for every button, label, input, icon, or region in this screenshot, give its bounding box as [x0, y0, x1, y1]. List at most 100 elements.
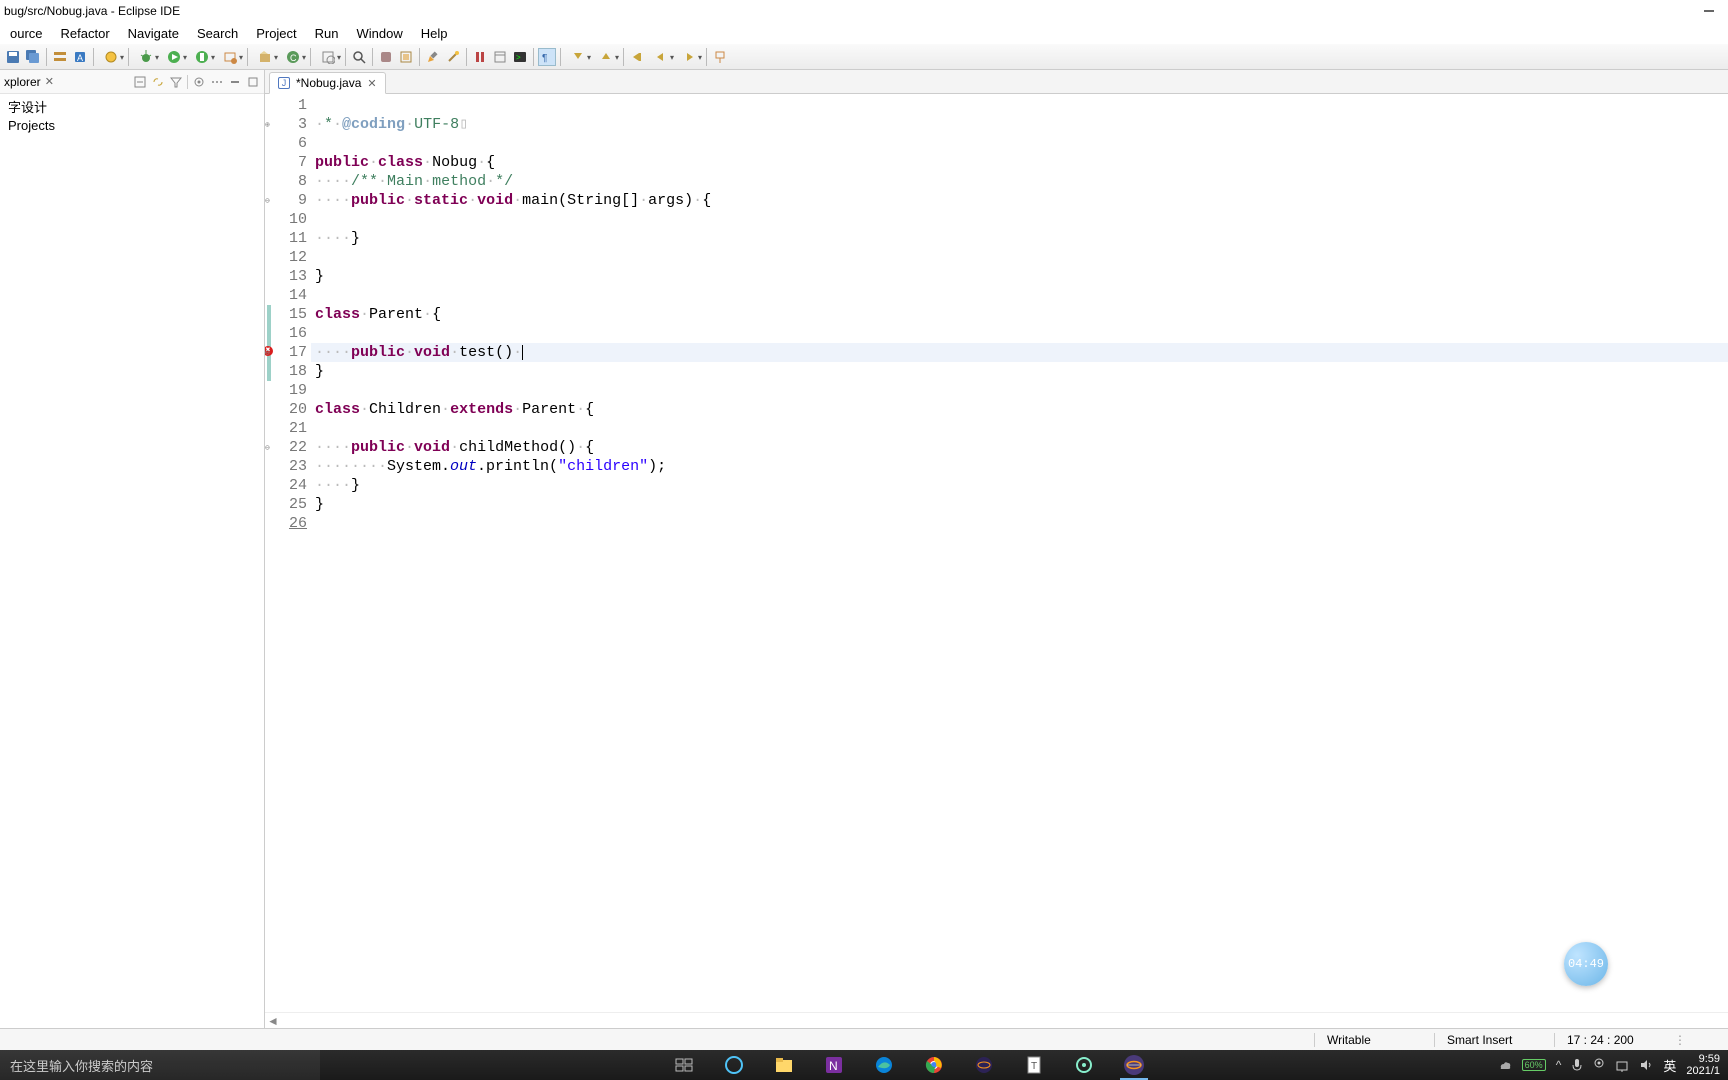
wand-icon[interactable]: [444, 48, 462, 66]
tree-item[interactable]: Projects: [4, 117, 260, 134]
fold-toggle-icon[interactable]: ⊖: [265, 348, 273, 356]
scroll-left-icon[interactable]: ◄: [265, 1013, 281, 1029]
network-icon[interactable]: [1615, 1058, 1629, 1072]
menu-project[interactable]: Project: [248, 24, 304, 43]
prev-annotation-icon[interactable]: [593, 48, 619, 66]
close-icon[interactable]: ✕: [45, 75, 54, 88]
clock-date: 2021/1: [1686, 1065, 1720, 1077]
edit-icon[interactable]: [424, 48, 442, 66]
show-whitespace-icon[interactable]: ¶: [538, 48, 556, 66]
toggle-breadcrumb-icon[interactable]: [51, 48, 69, 66]
onenote-icon[interactable]: N: [814, 1050, 854, 1080]
location-icon[interactable]: [1593, 1058, 1605, 1072]
skip-breakpoints-icon[interactable]: [98, 48, 124, 66]
settings-gear-icon[interactable]: [1064, 1050, 1104, 1080]
ime-indicator[interactable]: 英: [1663, 1056, 1676, 1075]
windows-taskbar: 在这里输入你搜索的内容 N T 60% ^ 英 9:59 2021/1: [0, 1050, 1728, 1080]
chrome-icon[interactable]: [914, 1050, 954, 1080]
horizontal-scrollbar[interactable]: ◄: [265, 1012, 1728, 1028]
toolbar-separator: [345, 48, 346, 66]
status-menu-icon[interactable]: ⋮: [1674, 1033, 1688, 1047]
back-icon[interactable]: [648, 48, 674, 66]
file-explorer-icon[interactable]: [764, 1050, 804, 1080]
taskbar-clock[interactable]: 9:59 2021/1: [1686, 1053, 1720, 1077]
build-icon[interactable]: A: [71, 48, 89, 66]
tree-item[interactable]: 字设计: [4, 96, 260, 117]
edge-icon[interactable]: [864, 1050, 904, 1080]
forward-icon[interactable]: [676, 48, 702, 66]
battery-icon[interactable]: 60%: [1522, 1059, 1546, 1071]
menu-run[interactable]: Run: [307, 24, 347, 43]
run-icon[interactable]: [161, 48, 187, 66]
menu-refactor[interactable]: Refactor: [53, 24, 118, 43]
minimize-button[interactable]: [1702, 4, 1716, 18]
link-editor-icon[interactable]: [151, 75, 165, 89]
external-tools-icon[interactable]: [217, 48, 243, 66]
toggle-ant-icon[interactable]: [471, 48, 489, 66]
explorer-tree[interactable]: 字设计 Projects: [0, 94, 264, 1028]
divider: [187, 75, 188, 89]
terminal-icon[interactable]: >: [511, 48, 529, 66]
menu-help[interactable]: Help: [413, 24, 456, 43]
eclipse-icon[interactable]: [1114, 1050, 1154, 1080]
toggle-mark-occurrences-icon[interactable]: [377, 48, 395, 66]
new-java-package-icon[interactable]: [252, 48, 278, 66]
recording-timer-bubble[interactable]: 04:49: [1564, 942, 1608, 986]
tray-chevron-up-icon[interactable]: ^: [1556, 1058, 1562, 1072]
debug-icon[interactable]: [133, 48, 159, 66]
main-toolbar: A C > ¶: [0, 44, 1728, 70]
code-editor[interactable]: ⊕⊖✖⊖⊖ 1367891011121314151617181920212223…: [265, 94, 1728, 1012]
new-java-class-icon[interactable]: C: [280, 48, 306, 66]
code-content[interactable]: ·*·@coding·UTF-8▯public·class·Nobug·{···…: [311, 94, 1728, 1012]
menu-source[interactable]: ource: [2, 24, 51, 43]
toolbar-separator: [533, 48, 534, 66]
volume-icon[interactable]: [1639, 1058, 1653, 1072]
pin-editor-icon[interactable]: [711, 48, 729, 66]
package-explorer: xplorer ✕ 字设计 Projects: [0, 70, 265, 1028]
cortana-icon[interactable]: [714, 1050, 754, 1080]
coverage-icon[interactable]: [189, 48, 215, 66]
next-annotation-icon[interactable]: [565, 48, 591, 66]
task-view-icon[interactable]: [664, 1050, 704, 1080]
save-icon[interactable]: [4, 48, 22, 66]
fold-toggle-icon[interactable]: ⊖: [265, 196, 273, 204]
menu-search[interactable]: Search: [189, 24, 246, 43]
toolbar-separator: [128, 48, 129, 66]
onedrive-icon[interactable]: [1498, 1058, 1512, 1072]
search-icon[interactable]: [350, 48, 368, 66]
status-insert-mode: Smart Insert: [1434, 1033, 1524, 1047]
menu-navigate[interactable]: Navigate: [120, 24, 187, 43]
menu-window[interactable]: Window: [349, 24, 411, 43]
minimize-view-icon[interactable]: [228, 75, 242, 89]
maximize-view-icon[interactable]: [246, 75, 260, 89]
last-edit-icon[interactable]: [628, 48, 646, 66]
toggle-block-selection-icon[interactable]: [397, 48, 415, 66]
save-all-icon[interactable]: [24, 48, 42, 66]
editor-tabs: J *Nobug.java ✕: [265, 70, 1728, 94]
close-tab-icon[interactable]: ✕: [367, 77, 376, 90]
window-title: bug/src/Nobug.java - Eclipse IDE: [4, 4, 180, 18]
fold-toggle-icon[interactable]: ⊖: [265, 443, 273, 451]
toolbar-separator: [247, 48, 248, 66]
filter-icon[interactable]: [169, 75, 183, 89]
focus-icon[interactable]: [192, 75, 206, 89]
toolbar-separator: [560, 48, 561, 66]
toolbar-separator: [93, 48, 94, 66]
open-type-icon[interactable]: [315, 48, 341, 66]
eclipse-legacy-icon[interactable]: [964, 1050, 1004, 1080]
fold-toggle-icon[interactable]: ⊕: [265, 120, 273, 128]
line-number-gutter[interactable]: 1367891011121314151617181920212223242526: [273, 94, 311, 1012]
annotation-ruler[interactable]: ⊕⊖✖⊖⊖: [265, 94, 273, 1012]
collapse-all-icon[interactable]: [133, 75, 147, 89]
svg-text:T: T: [1031, 1061, 1037, 1072]
notepad-icon[interactable]: T: [1014, 1050, 1054, 1080]
editor-tab-nobug[interactable]: J *Nobug.java ✕: [269, 72, 386, 94]
view-menu-icon[interactable]: [210, 75, 224, 89]
svg-text:¶: ¶: [542, 53, 547, 64]
taskbar-search[interactable]: 在这里输入你搜索的内容: [0, 1050, 320, 1080]
svg-text:N: N: [829, 1059, 838, 1073]
microphone-icon[interactable]: [1571, 1058, 1583, 1072]
refresh-icon[interactable]: [491, 48, 509, 66]
menu-bar: ource Refactor Navigate Search Project R…: [0, 22, 1728, 44]
system-tray: 60% ^ 英 9:59 2021/1: [1498, 1053, 1728, 1077]
